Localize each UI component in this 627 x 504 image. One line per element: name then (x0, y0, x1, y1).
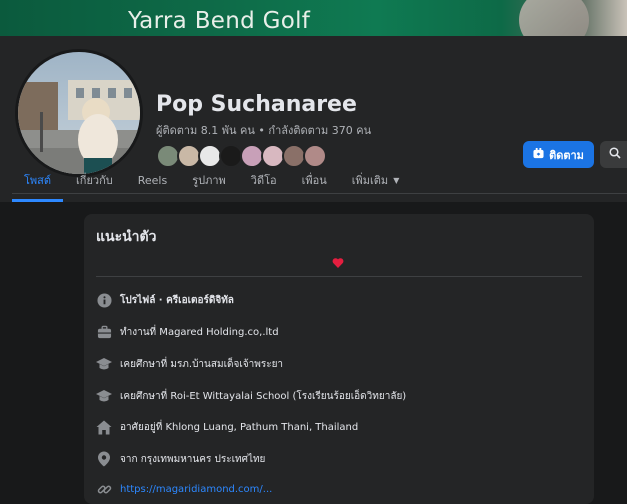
cover-photo[interactable]: Yarra Bend Golf (0, 0, 627, 36)
search-icon (609, 147, 621, 162)
tab-about[interactable]: เกี่ยวกับ (64, 158, 125, 202)
profile-name: Pop Suchanaree (156, 92, 357, 117)
intro-row-profile: โปรไฟล์ · ครีเอเตอร์ดิจิทัล (96, 290, 234, 310)
intro-row-label: เคยศึกษาที่ Roi-Et Wittayalai School (โร… (120, 390, 407, 402)
follow-button-label: ติดตาม (549, 148, 584, 162)
link-icon (96, 481, 112, 497)
tab-posts[interactable]: โพสต์ (12, 158, 64, 202)
tab-label: เกี่ยวกับ (76, 174, 113, 187)
intro-row-lives: อาศัยอยู่ที่ Khlong Luang, Pathum Thani,… (96, 417, 358, 437)
intro-row-label: ทำงานที่ Magared Holding.co,.ltd (120, 326, 279, 338)
intro-title: แนะนำตัว (96, 229, 157, 245)
heart-icon (332, 254, 344, 268)
home-icon (96, 419, 112, 435)
tab-friends[interactable]: เพื่อน (290, 158, 339, 202)
intro-row-work: ทำงานที่ Magared Holding.co,.ltd (96, 322, 279, 342)
intro-row-label: อาศัยอยู่ที่ Khlong Luang, Pathum Thani,… (120, 421, 359, 433)
intro-divider (96, 276, 582, 277)
tab-more[interactable]: เพิ่มเติม ▼ (340, 158, 412, 202)
intro-row-link[interactable]: https://magaridiamond.com/... (96, 479, 272, 499)
tab-label: เพื่อน (301, 174, 327, 187)
intro-row-label: เคยศึกษาที่ มรภ.บ้านสมเด็จเจ้าพระยา (120, 358, 284, 370)
tab-photos[interactable]: รูปภาพ (180, 158, 238, 202)
follow-icon (533, 147, 544, 162)
graduation-cap-icon (96, 388, 112, 404)
intro-card: แนะนำตัว โปรไฟล์ · ครีเอเตอร์ดิจิทัล ทำง… (84, 214, 594, 504)
intro-row-education-2: เคยศึกษาที่ Roi-Et Wittayalai School (โร… (96, 386, 406, 406)
graduation-cap-icon (96, 356, 112, 372)
tab-label: เพิ่มเติม (351, 174, 389, 187)
search-button[interactable] (600, 141, 627, 168)
tab-label: รูปภาพ (192, 174, 226, 187)
location-pin-icon (96, 451, 112, 467)
cover-photo-figure (519, 0, 589, 36)
tab-reels[interactable]: Reels (126, 158, 179, 202)
intro-row-education-1: เคยศึกษาที่ มรภ.บ้านสมเด็จเจ้าพระยา (96, 354, 283, 374)
tab-videos[interactable]: วิดีโอ (239, 158, 289, 202)
chevron-down-icon: ▼ (393, 175, 400, 185)
tab-label: โพสต์ (24, 174, 52, 187)
briefcase-icon (96, 324, 112, 340)
tab-label: Reels (137, 173, 168, 187)
intro-row-from: จาก กรุงเทพมหานคร ประเทศไทย (96, 449, 265, 469)
intro-row-label: โปรไฟล์ · ครีเอเตอร์ดิจิทัล (120, 294, 234, 306)
intro-row-link-label[interactable]: https://magaridiamond.com/... (120, 484, 272, 495)
cover-photo-text: Yarra Bend Golf (128, 8, 311, 34)
follow-button[interactable]: ติดตาม (523, 141, 594, 168)
info-icon (96, 292, 112, 308)
intro-row-label: จาก กรุงเทพมหานคร ประเทศไทย (120, 453, 266, 465)
follow-stats[interactable]: ผู้ติดตาม 8.1 พัน คน • กำลังติดตาม 370 ค… (156, 121, 371, 139)
profile-tabs: โพสต์ เกี่ยวกับ Reels รูปภาพ วิดีโอ เพื่… (12, 158, 412, 202)
tab-label: วิดีโอ (250, 174, 277, 187)
